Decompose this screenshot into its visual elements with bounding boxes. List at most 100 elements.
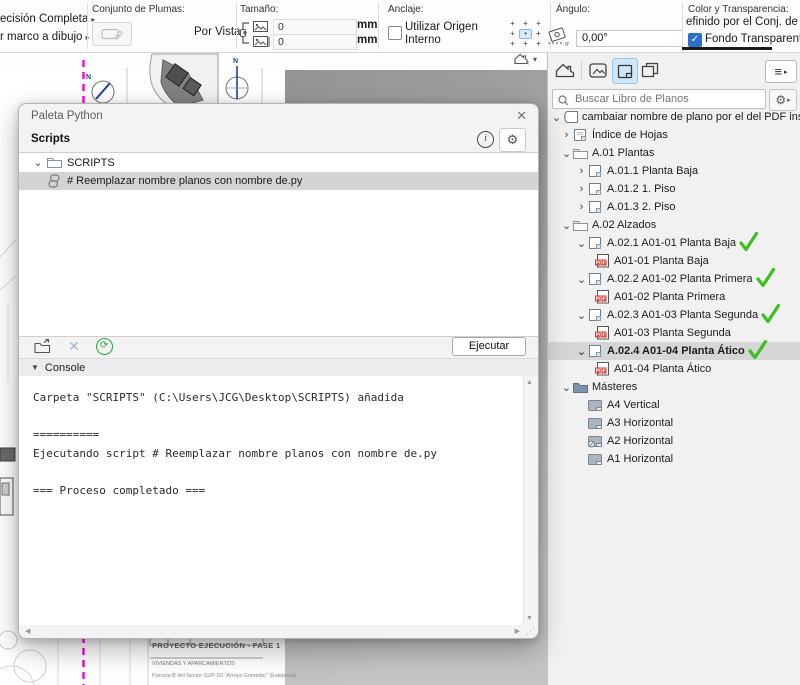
height-field[interactable]: 0 [273, 34, 357, 50]
gear-icon: ⚙ [775, 93, 787, 107]
nav-tree-row[interactable]: ⌄ A.02.3 A01-03 Planta Segunda [548, 303, 800, 324]
layout-icon [587, 164, 606, 178]
nav-tree-row[interactable]: ⌄ Másteres [548, 378, 800, 396]
nav-tree-row[interactable]: ⌄ A.02.2 A01-02 Planta Primera [548, 267, 800, 288]
console-line: Carpeta "SCRIPTS" (C:\Users\JCG\Desktop\… [33, 391, 404, 404]
angle-field[interactable]: 0,00° [576, 30, 683, 47]
precision-setting[interactable]: ecisión Completa ▸ [0, 13, 95, 25]
console-line: === Proceso completado === [33, 483, 206, 497]
master-icon [587, 417, 606, 430]
console-line: Ejecutando script # Reemplazar nombre pl… [33, 446, 437, 460]
nav-item-label: A.01 Plantas [592, 147, 655, 159]
gear-icon[interactable]: ⚙ [499, 128, 526, 152]
chevron-down-icon[interactable]: ⌄ [561, 381, 572, 394]
chevron-down-icon: ▾ [533, 54, 538, 64]
anchor-label: Anclaje: [388, 4, 424, 15]
flyout-arrow-icon: ▸ [784, 68, 788, 76]
chevron-down-icon[interactable]: ⌄ [576, 237, 587, 250]
nav-tree-row[interactable]: › Índice de Hojas [548, 126, 800, 144]
internal-origin-label: Utilizar Origen Interno [405, 21, 478, 46]
nav-item-label: Másteres [592, 381, 638, 393]
transparent-background-checkbox[interactable]: ✓ [688, 33, 702, 47]
nav-tree-row[interactable]: A1 Horizontal [548, 450, 800, 468]
add-folder-icon[interactable] [33, 338, 52, 354]
titleblock-subtitle: VIVIENDAS Y APARCAMIENTOS [152, 661, 235, 667]
anchor-center: • [519, 29, 532, 39]
nav-tree-row[interactable]: › A.01.3 2. Piso [548, 198, 800, 216]
remove-script-icon[interactable]: ✕ [68, 338, 80, 355]
width-icon [253, 21, 268, 32]
svg-text:PDF: PDF [596, 332, 606, 338]
quick-options-button[interactable]: ▾ [514, 53, 537, 65]
nav-tree-row[interactable]: ⌄ A.01 Plantas [548, 144, 800, 162]
chevron-down-icon[interactable]: ⌄ [31, 156, 45, 169]
chevron-down-icon[interactable]: ⌄ [561, 147, 572, 160]
info-icon[interactable]: i [477, 131, 494, 148]
master-icon [587, 399, 606, 412]
project-chooser-button[interactable] [553, 58, 577, 82]
scripts-folder-row[interactable]: ⌄ SCRIPTS [19, 153, 538, 172]
console-horizontal-scrollbar[interactable]: ◀ ▶ ⋰ [19, 625, 538, 637]
nav-item-label: A.02.2 A01-02 Planta Primera [607, 273, 753, 285]
nav-tree-row[interactable]: A2 Horizontal [548, 432, 800, 450]
pen-set-label: Conjunto de Plumas: [92, 4, 185, 15]
width-field[interactable]: 0 [273, 19, 357, 35]
scripts-section-title: Scripts [31, 133, 70, 145]
internal-origin-checkbox[interactable] [388, 26, 402, 40]
resize-grip[interactable]: ⋰ [526, 626, 535, 637]
nav-item-label: Índice de Hojas [592, 129, 668, 141]
master-used-icon [587, 435, 606, 448]
python-icon [45, 174, 63, 188]
pen-color-preview [682, 47, 772, 50]
nav-tree-row[interactable]: A3 Horizontal [548, 414, 800, 432]
chevron-right-icon[interactable]: › [576, 201, 587, 213]
nav-tree-row[interactable]: ⌄ A.02.1 A01-01 Planta Baja [548, 231, 800, 252]
index-icon [572, 128, 591, 142]
project-map-button[interactable] [586, 58, 610, 82]
nav-tree-row[interactable]: ⌄ A.02.4 A01-04 Planta Ático [548, 339, 800, 360]
nav-tree-row[interactable]: PDF A01-04 Planta Ático [548, 360, 800, 378]
nav-item-label: A.01.3 2. Piso [607, 201, 676, 213]
settings-toolbar: ecisión Completa▸ r marco a dibujo▸ Conj… [0, 0, 800, 53]
pen-set-button[interactable] [92, 22, 132, 46]
nav-tree-row[interactable]: › A.01.2 1. Piso [548, 180, 800, 198]
nav-item-label: A.02 Alzados [592, 219, 657, 231]
transparent-background-label: Fondo Transparente [705, 33, 800, 45]
folder-icon [572, 147, 591, 160]
close-icon[interactable]: ✕ [516, 108, 527, 124]
chevron-down-icon[interactable]: ⌄ [576, 273, 587, 286]
nav-tree-row[interactable]: › A.01.1 Planta Baja [548, 162, 800, 180]
anchor-point-selector[interactable]: + + + + • + + + + [506, 19, 545, 49]
nav-item-label: A3 Horizontal [607, 417, 674, 429]
console-vertical-scrollbar[interactable]: ▲ ▼ [523, 376, 537, 625]
nav-item-label: A01-02 Planta Primera [614, 291, 726, 303]
nav-tree-row[interactable]: A4 Vertical [548, 396, 800, 414]
nav-tree-row[interactable]: ⌄ A.02 Alzados [548, 216, 800, 234]
app-root: ecisión Completa▸ r marco a dibujo▸ Conj… [0, 0, 800, 685]
search-input[interactable] [552, 89, 766, 109]
hamburger-icon: ≡ [774, 64, 783, 79]
chevron-right-icon[interactable]: › [561, 129, 572, 141]
checkmark-icon [746, 339, 767, 360]
scroll-down-icon: ▼ [526, 615, 533, 622]
publisher-button[interactable] [638, 58, 662, 82]
refresh-icon[interactable]: ⟳ [95, 337, 113, 355]
pdf-icon: PDF [594, 326, 613, 340]
frame-setting[interactable]: r marco a dibujo▸ [0, 31, 89, 43]
layout-book-button[interactable] [612, 58, 638, 84]
chevron-down-icon[interactable]: ⌄ [576, 309, 587, 322]
chevron-down-icon[interactable]: ⌄ [561, 219, 572, 232]
console-line: ========== [33, 428, 100, 441]
chevron-down-icon[interactable]: ⌄ [551, 111, 562, 124]
titleblock-project: PROYECTO EJECUCIÓN - FASE 1 [152, 641, 281, 650]
chevron-right-icon[interactable]: › [576, 165, 587, 177]
run-button[interactable]: Ejecutar [452, 337, 526, 356]
script-row-selected[interactable]: # Reemplazar nombre planos con nombre de… [19, 172, 538, 190]
chevron-right-icon[interactable]: › [576, 183, 587, 195]
console-header[interactable]: ▼ Console [19, 358, 538, 377]
nav-tree-row[interactable]: ⌄ cambaiar nombre de plano por el del PDF… [548, 108, 800, 126]
angle-icon: α [548, 27, 569, 47]
panel-menu-button[interactable]: ≡ ▸ [765, 60, 797, 83]
chevron-down-icon[interactable]: ⌄ [576, 345, 587, 358]
